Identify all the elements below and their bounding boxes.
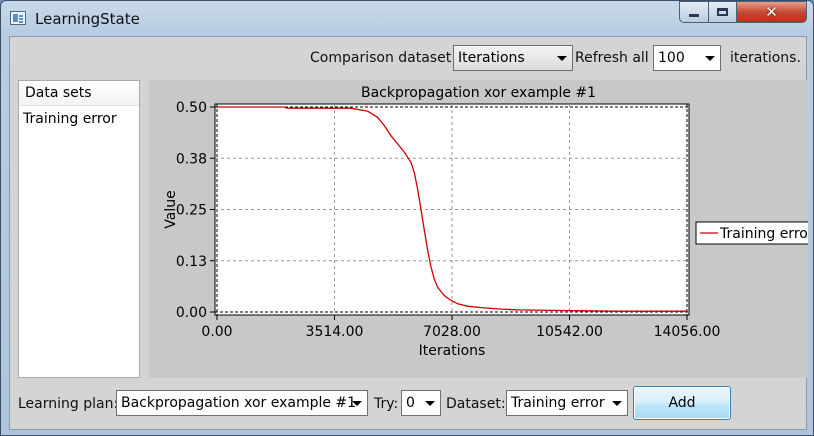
window-title: LearningState <box>35 10 140 28</box>
x-tick-label: 7028.00 <box>423 324 481 340</box>
datasets-header[interactable]: Data sets <box>19 81 139 106</box>
try-value: 0 <box>406 395 415 411</box>
client-area: Comparison dataset Iterations Refresh al… <box>9 36 808 430</box>
learning-plan-value: Backpropagation xor example #1 <box>121 395 357 411</box>
chevron-down-icon <box>612 401 622 406</box>
title-bar[interactable]: LearningState ✕ <box>1 1 813 35</box>
chart-svg: 0.00 3514.00 7028.00 10542.00 14056.00 0.00 0.… <box>163 100 808 359</box>
list-item[interactable]: Training error <box>19 106 139 132</box>
x-tick-label: 0.00 <box>201 324 232 340</box>
add-button[interactable]: Add <box>633 386 731 420</box>
refresh-all-label: Refresh all <box>575 50 649 66</box>
minimize-icon <box>689 13 699 17</box>
chevron-down-icon <box>352 401 362 406</box>
close-button[interactable]: ✕ <box>737 1 807 23</box>
learning-state-window: LearningState ✕ Comparison dataset Itera… <box>0 0 814 436</box>
y-tick-label: 0.00 <box>176 305 207 321</box>
y-tick-label: 0.38 <box>176 151 207 167</box>
iterations-label: iterations. <box>730 50 801 66</box>
app-window-icon <box>10 11 26 25</box>
learning-plan-select[interactable]: Backpropagation xor example #1 <box>116 390 368 416</box>
y-tick-label: 0.50 <box>176 100 207 116</box>
comparison-dataset-label: Comparison dataset <box>310 50 452 66</box>
minimize-button[interactable] <box>679 1 709 23</box>
dataset-select[interactable]: Training error <box>506 390 628 416</box>
chevron-down-icon <box>425 401 435 406</box>
dataset-label: Dataset: <box>446 396 506 412</box>
maximize-button[interactable] <box>709 1 737 23</box>
refresh-interval-value: 100 <box>658 50 685 66</box>
try-label: Try: <box>374 396 399 412</box>
chart-panel: Backpropagation xor example #1 0.00 3514.… <box>149 80 808 378</box>
x-tick-label: 14056.00 <box>654 324 721 340</box>
y-tick-label: 0.25 <box>176 203 207 219</box>
refresh-interval-select[interactable]: 100 <box>653 45 721 71</box>
maximize-icon <box>717 8 728 16</box>
chevron-down-icon <box>705 56 715 61</box>
close-icon: ✕ <box>765 2 778 21</box>
learning-plan-label: Learning plan: <box>18 396 119 412</box>
x-tick-label: 10542.00 <box>536 324 603 340</box>
y-tick-label: 0.13 <box>176 254 207 270</box>
comparison-dataset-select[interactable]: Iterations <box>453 45 573 71</box>
datasets-list: Data sets Training error <box>18 80 140 378</box>
try-select[interactable]: 0 <box>401 390 441 416</box>
y-axis-label: Value <box>163 190 179 228</box>
x-tick-label: 3514.00 <box>306 324 364 340</box>
comparison-dataset-value: Iterations <box>458 50 525 66</box>
dataset-value: Training error <box>511 395 605 411</box>
legend-label: Training error <box>719 226 808 242</box>
chevron-down-icon <box>557 56 567 61</box>
x-axis-label: Iterations <box>419 343 486 359</box>
